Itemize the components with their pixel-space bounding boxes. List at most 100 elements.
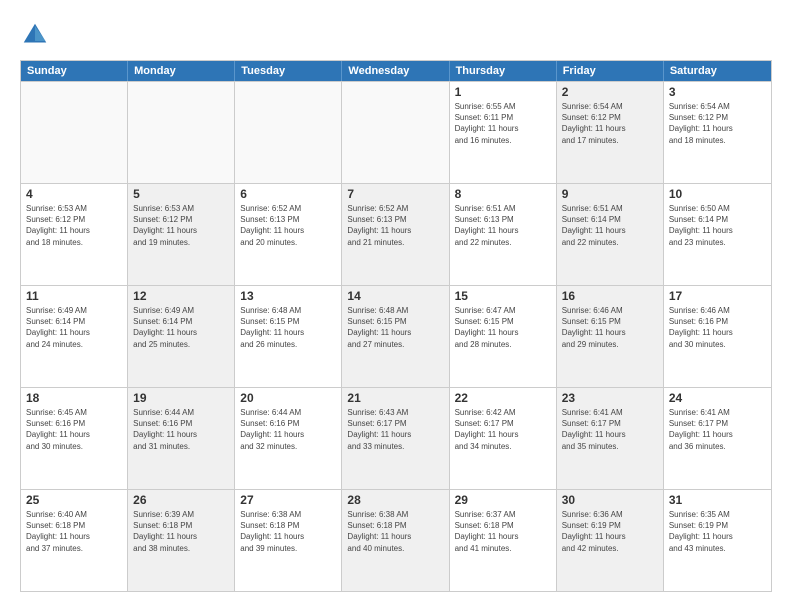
logo-icon	[20, 20, 50, 50]
day-number: 8	[455, 187, 551, 201]
calendar-cell: 14 Sunrise: 6:48 AM Sunset: 6:15 PM Dayli…	[342, 286, 449, 387]
calendar-cell: 15Sunrise: 6:47 AM Sunset: 6:15 PM Dayli…	[450, 286, 557, 387]
calendar-cell: 26 Sunrise: 6:39 AM Sunset: 6:18 PM Dayli…	[128, 490, 235, 591]
day-number: 20	[240, 391, 336, 405]
day-number: 15	[455, 289, 551, 303]
header-day-tuesday: Tuesday	[235, 61, 342, 81]
day-number: 4	[26, 187, 122, 201]
calendar-row-2: 11 Sunrise: 6:49 AM Sunset: 6:14 PM Dayli…	[21, 285, 771, 387]
calendar-cell	[128, 82, 235, 183]
day-info: Sunrise: 6:43 AM Sunset: 6:17 PM Dayligh…	[347, 407, 443, 452]
day-info: Sunrise: 6:46 AM Sunset: 6:15 PM Dayligh…	[562, 305, 658, 350]
calendar-cell: 3 Sunrise: 6:54 AM Sunset: 6:12 PM Daylig…	[664, 82, 771, 183]
day-number: 2	[562, 85, 658, 99]
day-info: Sunrise: 6:48 AM Sunset: 6:15 PM Dayligh…	[240, 305, 336, 350]
calendar-row-0: 1 Sunrise: 6:55 AM Sunset: 6:11 PM Daylig…	[21, 81, 771, 183]
calendar-cell: 18 Sunrise: 6:45 AM Sunset: 6:16 PM Dayli…	[21, 388, 128, 489]
calendar-cell: 12 Sunrise: 6:49 AM Sunset: 6:14 PM Dayli…	[128, 286, 235, 387]
day-info: Sunrise: 6:51 AM Sunset: 6:13 PM Dayligh…	[455, 203, 551, 248]
day-number: 24	[669, 391, 766, 405]
calendar-cell: 1 Sunrise: 6:55 AM Sunset: 6:11 PM Daylig…	[450, 82, 557, 183]
day-number: 12	[133, 289, 229, 303]
day-number: 27	[240, 493, 336, 507]
day-info: Sunrise: 6:54 AM Sunset: 6:12 PM Dayligh…	[669, 101, 766, 146]
calendar-cell: 23 Sunrise: 6:41 AM Sunset: 6:17 PM Dayli…	[557, 388, 664, 489]
day-number: 3	[669, 85, 766, 99]
day-info: Sunrise: 6:42 AM Sunset: 6:17 PM Dayligh…	[455, 407, 551, 452]
day-number: 26	[133, 493, 229, 507]
day-number: 18	[26, 391, 122, 405]
day-number: 30	[562, 493, 658, 507]
calendar-cell: 13 Sunrise: 6:48 AM Sunset: 6:15 PM Dayli…	[235, 286, 342, 387]
logo	[20, 20, 54, 50]
calendar-cell: 25 Sunrise: 6:40 AM Sunset: 6:18 PM Dayli…	[21, 490, 128, 591]
calendar-header: SundayMondayTuesdayWednesdayThursdayFrid…	[21, 61, 771, 81]
day-number: 13	[240, 289, 336, 303]
day-info: Sunrise: 6:48 AM Sunset: 6:15 PM Dayligh…	[347, 305, 443, 350]
day-info: Sunrise: 6:52 AM Sunset: 6:13 PM Dayligh…	[347, 203, 443, 248]
day-number: 22	[455, 391, 551, 405]
calendar-cell: 4 Sunrise: 6:53 AM Sunset: 6:12 PM Daylig…	[21, 184, 128, 285]
day-number: 1	[455, 85, 551, 99]
day-info: Sunrise: 6:50 AM Sunset: 6:14 PM Dayligh…	[669, 203, 766, 248]
day-info: Sunrise: 6:36 AM Sunset: 6:19 PM Dayligh…	[562, 509, 658, 554]
day-info: Sunrise: 6:39 AM Sunset: 6:18 PM Dayligh…	[133, 509, 229, 554]
day-number: 19	[133, 391, 229, 405]
day-info: Sunrise: 6:54 AM Sunset: 6:12 PM Dayligh…	[562, 101, 658, 146]
day-info: Sunrise: 6:49 AM Sunset: 6:14 PM Dayligh…	[133, 305, 229, 350]
calendar-cell: 31Sunrise: 6:35 AM Sunset: 6:19 PM Dayli…	[664, 490, 771, 591]
header-day-wednesday: Wednesday	[342, 61, 449, 81]
calendar-cell: 30 Sunrise: 6:36 AM Sunset: 6:19 PM Dayli…	[557, 490, 664, 591]
calendar-cell	[21, 82, 128, 183]
calendar-row-1: 4 Sunrise: 6:53 AM Sunset: 6:12 PM Daylig…	[21, 183, 771, 285]
day-number: 14	[347, 289, 443, 303]
day-number: 29	[455, 493, 551, 507]
day-info: Sunrise: 6:40 AM Sunset: 6:18 PM Dayligh…	[26, 509, 122, 554]
day-info: Sunrise: 6:55 AM Sunset: 6:11 PM Dayligh…	[455, 101, 551, 146]
calendar-cell: 9 Sunrise: 6:51 AM Sunset: 6:14 PM Daylig…	[557, 184, 664, 285]
day-info: Sunrise: 6:46 AM Sunset: 6:16 PM Dayligh…	[669, 305, 766, 350]
calendar-cell: 7 Sunrise: 6:52 AM Sunset: 6:13 PM Daylig…	[342, 184, 449, 285]
calendar-cell	[342, 82, 449, 183]
day-info: Sunrise: 6:37 AM Sunset: 6:18 PM Dayligh…	[455, 509, 551, 554]
calendar-cell: 8 Sunrise: 6:51 AM Sunset: 6:13 PM Daylig…	[450, 184, 557, 285]
day-info: Sunrise: 6:45 AM Sunset: 6:16 PM Dayligh…	[26, 407, 122, 452]
day-number: 7	[347, 187, 443, 201]
day-number: 17	[669, 289, 766, 303]
day-info: Sunrise: 6:52 AM Sunset: 6:13 PM Dayligh…	[240, 203, 336, 248]
calendar-cell: 11 Sunrise: 6:49 AM Sunset: 6:14 PM Dayli…	[21, 286, 128, 387]
day-info: Sunrise: 6:44 AM Sunset: 6:16 PM Dayligh…	[240, 407, 336, 452]
calendar-row-3: 18 Sunrise: 6:45 AM Sunset: 6:16 PM Dayli…	[21, 387, 771, 489]
day-info: Sunrise: 6:41 AM Sunset: 6:17 PM Dayligh…	[562, 407, 658, 452]
day-number: 28	[347, 493, 443, 507]
day-number: 16	[562, 289, 658, 303]
page: SundayMondayTuesdayWednesdayThursdayFrid…	[0, 0, 792, 612]
calendar-cell: 20 Sunrise: 6:44 AM Sunset: 6:16 PM Dayli…	[235, 388, 342, 489]
day-number: 11	[26, 289, 122, 303]
day-number: 31	[669, 493, 766, 507]
header-day-monday: Monday	[128, 61, 235, 81]
calendar-row-4: 25 Sunrise: 6:40 AM Sunset: 6:18 PM Dayli…	[21, 489, 771, 591]
calendar-cell: 29 Sunrise: 6:37 AM Sunset: 6:18 PM Dayli…	[450, 490, 557, 591]
calendar-cell: 28 Sunrise: 6:38 AM Sunset: 6:18 PM Dayli…	[342, 490, 449, 591]
header-day-sunday: Sunday	[21, 61, 128, 81]
day-info: Sunrise: 6:38 AM Sunset: 6:18 PM Dayligh…	[240, 509, 336, 554]
calendar-body: 1 Sunrise: 6:55 AM Sunset: 6:11 PM Daylig…	[21, 81, 771, 591]
day-info: Sunrise: 6:53 AM Sunset: 6:12 PM Dayligh…	[26, 203, 122, 248]
day-info: Sunrise: 6:51 AM Sunset: 6:14 PM Dayligh…	[562, 203, 658, 248]
day-number: 25	[26, 493, 122, 507]
header-day-saturday: Saturday	[664, 61, 771, 81]
day-number: 5	[133, 187, 229, 201]
header-day-friday: Friday	[557, 61, 664, 81]
header	[20, 20, 772, 50]
calendar-cell: 5 Sunrise: 6:53 AM Sunset: 6:12 PM Daylig…	[128, 184, 235, 285]
calendar-cell: 21Sunrise: 6:43 AM Sunset: 6:17 PM Dayli…	[342, 388, 449, 489]
day-number: 23	[562, 391, 658, 405]
header-day-thursday: Thursday	[450, 61, 557, 81]
day-info: Sunrise: 6:53 AM Sunset: 6:12 PM Dayligh…	[133, 203, 229, 248]
day-info: Sunrise: 6:49 AM Sunset: 6:14 PM Dayligh…	[26, 305, 122, 350]
day-info: Sunrise: 6:38 AM Sunset: 6:18 PM Dayligh…	[347, 509, 443, 554]
calendar-cell: 16 Sunrise: 6:46 AM Sunset: 6:15 PM Dayli…	[557, 286, 664, 387]
calendar-cell: 24Sunrise: 6:41 AM Sunset: 6:17 PM Dayli…	[664, 388, 771, 489]
day-number: 9	[562, 187, 658, 201]
